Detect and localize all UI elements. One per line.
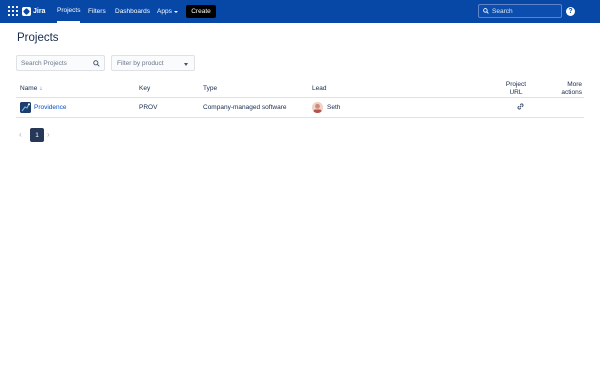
jira-logo[interactable]: Jira [22,6,45,17]
page-button-current[interactable]: 1 [30,128,44,142]
link-icon[interactable] [516,102,525,111]
project-key: PROV [139,104,158,111]
lead-name: Seth [327,104,341,111]
search-icon [93,60,100,67]
global-search-input[interactable] [492,7,562,15]
global-search[interactable] [478,4,562,18]
help-icon[interactable]: ? [566,7,575,16]
project-avatar-icon [20,102,31,113]
chevron-down-icon [184,63,188,66]
create-button[interactable]: Create [186,5,216,18]
jira-logo-icon [22,7,31,16]
page-title: Projects [17,32,59,44]
column-header-name-label: Name [20,85,38,92]
chevron-left-icon[interactable]: ‹ [19,130,22,139]
logo-text: Jira [33,8,46,15]
table-row [16,98,584,118]
search-projects-field[interactable] [16,55,105,71]
nav-dashboards[interactable]: Dashboards [115,0,150,23]
app-switcher-icon[interactable] [8,6,18,16]
filter-by-product-placeholder: Filter by product [117,59,164,67]
column-header-project-url: Project URL [505,81,527,96]
project-name-link[interactable]: Providence [34,104,67,111]
column-header-more-actions: More actions [561,81,582,96]
sort-arrow-icon: ↓ [39,86,43,92]
search-icon [483,8,489,14]
nav-filters[interactable]: Filters [88,0,106,23]
project-type: Company-managed software [203,104,287,111]
nav-apps[interactable]: Apps [157,0,178,23]
column-header-lead: Lead [312,85,327,92]
filter-by-product-select[interactable]: Filter by product [111,55,195,71]
top-navigation: Jira Projects Filters Dashboards Apps Cr… [0,0,600,23]
chevron-right-icon[interactable]: › [47,130,50,139]
column-header-key: Key [139,85,151,92]
nav-apps-label: Apps [157,8,172,15]
search-projects-input[interactable] [21,59,93,67]
column-header-name[interactable]: Name ↓ [20,85,42,93]
column-header-type: Type [203,85,218,92]
chevron-down-icon [173,10,178,13]
lead-avatar [312,102,323,113]
nav-projects[interactable]: Projects [57,0,81,23]
